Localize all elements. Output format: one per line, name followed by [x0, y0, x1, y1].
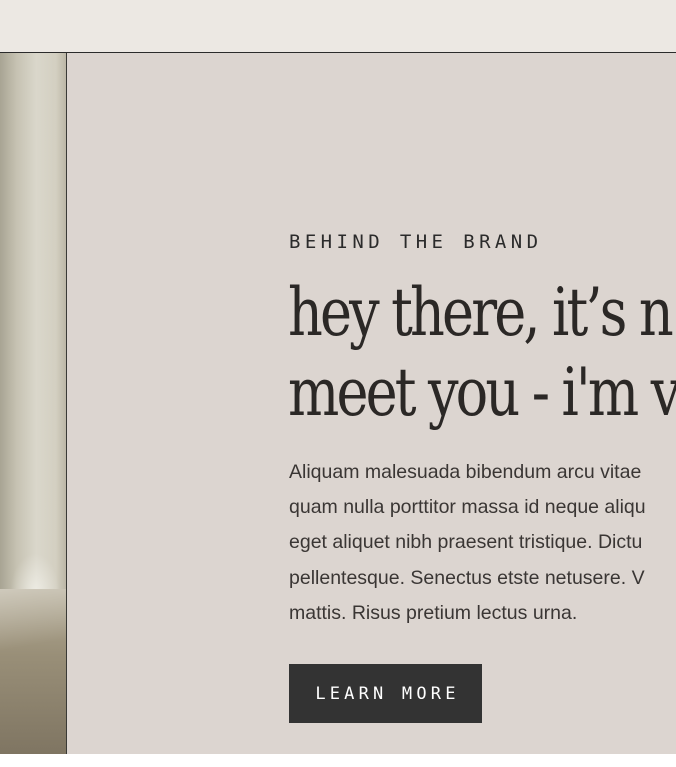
top-bar — [0, 0, 676, 53]
section-eyebrow: BEHIND THE BRAND — [289, 231, 543, 253]
learn-more-button[interactable]: LEARN MORE — [289, 664, 482, 723]
headline-line-1: hey there, it’s n — [288, 274, 674, 351]
section-body: Aliquam malesuada bibendum arcu vitae qu… — [289, 455, 646, 631]
body-line: Aliquam malesuada bibendum arcu vitae — [289, 461, 642, 483]
headline-line-2: meet you - i'm v — [288, 354, 676, 431]
hero-photo — [0, 53, 67, 754]
body-line: eget aliquet nibh praesent tristique. Di… — [289, 531, 643, 554]
body-line: mattis. Risus pretium lectus urna. — [289, 601, 578, 624]
about-panel: BEHIND THE BRAND hey there, it’s n meet … — [67, 53, 676, 754]
bottom-strip — [0, 754, 676, 767]
body-line: pellentesque. Senectus etste netusere. V — [289, 566, 645, 589]
section-headline: hey there, it’s n meet you - i'm v — [288, 273, 676, 433]
photo-floor — [0, 589, 66, 754]
body-line: quam nulla porttitor massa id neque aliq… — [289, 496, 646, 519]
